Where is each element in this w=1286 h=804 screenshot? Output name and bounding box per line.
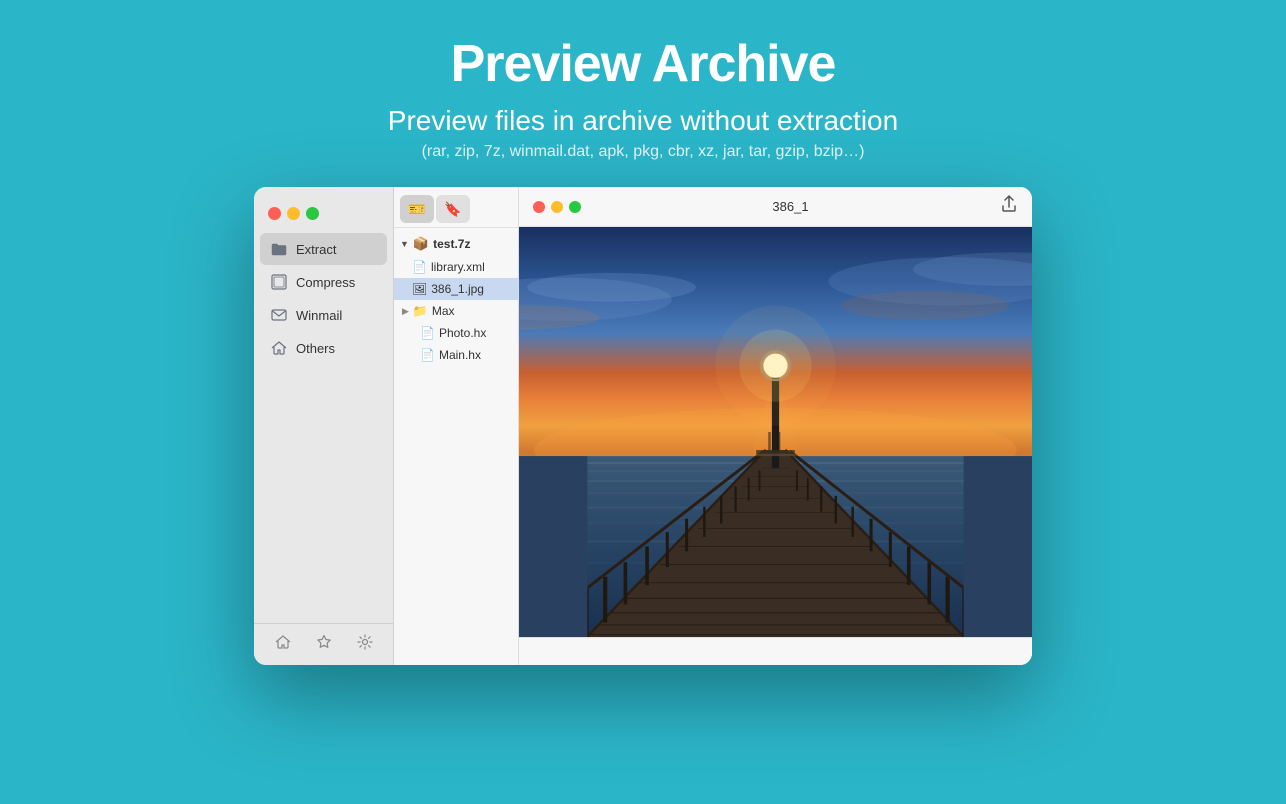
sidebar-extract-label: Extract — [296, 242, 336, 257]
file-item-library[interactable]: 📄 library.xml — [394, 256, 518, 278]
folder-chevron: ▶ — [402, 306, 409, 317]
page-subtitle: Preview files in archive without extract… — [388, 105, 898, 137]
preview-panel: 386_1 — [519, 187, 1032, 665]
sidebar-compress-label: Compress — [296, 275, 355, 290]
pier-image — [519, 227, 1032, 637]
page-title: Preview Archive — [388, 36, 898, 93]
main-name: Main.hx — [439, 348, 481, 362]
sidebar-item-winmail[interactable]: Winmail — [260, 299, 387, 331]
library-name: library.xml — [431, 260, 485, 274]
home-bottom-icon[interactable] — [275, 634, 291, 655]
library-icon: 📄 — [412, 260, 427, 274]
minimize-button[interactable] — [287, 207, 300, 220]
maximize-button[interactable] — [306, 207, 319, 220]
file-root[interactable]: ▼ 📦 test.7z — [394, 232, 518, 256]
toolbar-tab-1[interactable]: 🎫 — [400, 195, 434, 223]
toolbar-tab-2[interactable]: 🔖 — [436, 195, 470, 223]
file-panel: 🎫 🔖 ▼ 📦 test.7z 📄 library.xml — [394, 187, 519, 665]
preview-min-dot — [551, 201, 563, 213]
house-icon — [270, 339, 288, 357]
file-item-max-folder[interactable]: ▶ 📁 Max — [394, 300, 518, 322]
tab1-icon: 🎫 — [408, 201, 425, 218]
star-bottom-icon[interactable] — [316, 634, 332, 655]
tab2-icon: 🔖 — [444, 201, 461, 218]
preview-close-dot — [533, 201, 545, 213]
preview-title: 386_1 — [772, 199, 808, 214]
image-icon: 🖼 — [412, 282, 427, 296]
root-filename: test.7z — [433, 237, 470, 251]
folder-icon — [270, 240, 288, 258]
formats-text: (rar, zip, 7z, winmail.dat, apk, pkg, cb… — [388, 143, 898, 161]
photo-icon: 📄 — [420, 326, 435, 340]
preview-image-container — [519, 227, 1032, 637]
file-item-386[interactable]: 🖼 386_1.jpg — [394, 278, 518, 300]
file-item-main[interactable]: 📄 Main.hx — [394, 344, 518, 366]
header-section: Preview Archive Preview files in archive… — [388, 0, 898, 161]
sidebar-item-compress[interactable]: Compress — [260, 266, 387, 298]
close-button[interactable] — [268, 207, 281, 220]
preview-max-dot — [569, 201, 581, 213]
share-icon[interactable] — [1000, 195, 1018, 218]
file-tree: ▼ 📦 test.7z 📄 library.xml 🖼 386_1.jpg ▶ — [394, 228, 518, 665]
root-icon: 📦 — [413, 236, 429, 252]
preview-titlebar: 386_1 — [519, 187, 1032, 227]
sidebar-item-others[interactable]: Others — [260, 332, 387, 364]
sidebar-bottom — [254, 623, 393, 665]
sidebar-item-extract[interactable]: Extract — [260, 233, 387, 265]
sidebar: Extract Compress — [254, 187, 394, 665]
sidebar-others-label: Others — [296, 341, 335, 356]
window-body: Extract Compress — [254, 187, 1032, 665]
toolbar-tabs: 🎫 🔖 — [394, 187, 518, 228]
window-controls — [254, 195, 393, 228]
sidebar-nav: Extract Compress — [254, 228, 393, 623]
envelope-icon — [270, 306, 288, 324]
main-icon: 📄 — [420, 348, 435, 362]
folder-name: Max — [432, 304, 455, 318]
photo-name: Photo.hx — [439, 326, 486, 340]
sidebar-winmail-label: Winmail — [296, 308, 342, 323]
mac-window: Extract Compress — [254, 187, 1032, 665]
compress-icon — [270, 273, 288, 291]
preview-bottom-bar — [519, 637, 1032, 665]
file-item-photo[interactable]: 📄 Photo.hx — [394, 322, 518, 344]
gear-bottom-icon[interactable] — [357, 634, 373, 655]
folder-icon: 📁 — [413, 304, 428, 318]
preview-traffic-lights — [533, 201, 581, 213]
image-name: 386_1.jpg — [431, 282, 484, 296]
